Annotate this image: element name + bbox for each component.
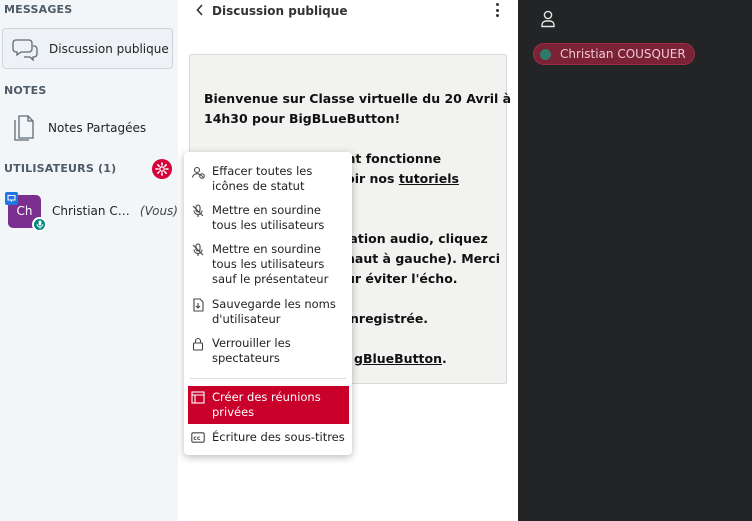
user-options-menu: Effacer toutes les icônes de statut Mett… bbox=[184, 152, 352, 455]
menu-item-label: Sauvegarde les noms d'utilisateur bbox=[212, 297, 336, 326]
user-list-item[interactable]: Ch Christian COUSQUER (Vous) bbox=[5, 191, 178, 232]
welcome-line: ent fonctionne bbox=[338, 151, 442, 166]
talking-dot-icon bbox=[540, 48, 551, 60]
welcome-line: Bienvenue sur Classe virtuelle du 20 Avr… bbox=[204, 91, 512, 106]
menu-item-mute-all-except-presenter[interactable]: Mettre en sourdine tous les utilisateurs… bbox=[188, 242, 348, 287]
mute-icon bbox=[188, 242, 208, 257]
talker-name: Christian COUSQUER bbox=[560, 47, 686, 61]
menu-item-save-usernames[interactable]: Sauvegarde les noms d'utilisateur bbox=[188, 297, 348, 327]
menu-item-clear-status[interactable]: Effacer toutes les icônes de statut bbox=[188, 164, 348, 194]
welcome-line: nregistrée. bbox=[350, 311, 429, 326]
user-name: Christian COUSQUER bbox=[52, 204, 136, 218]
menu-divider bbox=[190, 378, 346, 379]
chevron-left-icon bbox=[196, 3, 204, 19]
bigbluebutton-link[interactable]: gBlueButton bbox=[354, 351, 442, 366]
download-icon bbox=[188, 297, 208, 312]
clear-status-icon bbox=[188, 164, 208, 179]
menu-item-label: Effacer toutes les icônes de statut bbox=[212, 164, 313, 193]
welcome-line: haut à gauche). Merci bbox=[346, 251, 501, 266]
shared-notes-label: Notes Partagées bbox=[48, 121, 147, 135]
microphone-icon bbox=[32, 216, 47, 232]
mute-icon bbox=[188, 203, 208, 218]
chat-title: Discussion publique bbox=[212, 4, 348, 18]
users-section-title: UTILISATEURS (1) bbox=[4, 162, 117, 175]
public-chat-label: Discussion publique bbox=[49, 41, 169, 56]
user-options-gear-icon[interactable] bbox=[152, 159, 172, 179]
chat-bubbles-icon bbox=[9, 34, 41, 64]
menu-item-label: Mettre en sourdine tous les utilisateurs… bbox=[212, 242, 329, 286]
presenter-icon bbox=[5, 191, 18, 205]
welcome-line: cation audio, cliquez bbox=[342, 231, 488, 246]
notes-icon bbox=[8, 113, 40, 143]
menu-item-mute-all[interactable]: Mettre en sourdine tous les utilisateurs bbox=[188, 203, 348, 233]
welcome-line: gBlueButton. bbox=[354, 349, 447, 369]
rooms-icon bbox=[188, 390, 208, 405]
chat-options-icon[interactable] bbox=[493, 2, 501, 18]
user-you-label: (Vous) bbox=[139, 204, 178, 218]
welcome-text: . bbox=[442, 351, 447, 366]
avatar-initials: Ch bbox=[16, 204, 33, 218]
avatar: Ch bbox=[5, 191, 47, 232]
menu-item-label: Verrouiller les spectateurs bbox=[212, 336, 291, 365]
user-icon[interactable] bbox=[540, 10, 556, 28]
menu-item-label: Écriture des sous-titres bbox=[212, 430, 345, 444]
menu-item-label: Mettre en sourdine tous les utilisateurs bbox=[212, 203, 325, 232]
presentation-area bbox=[518, 0, 752, 521]
menu-item-write-captions[interactable]: cc Écriture des sous-titres bbox=[188, 430, 348, 445]
chat-back-button[interactable]: Discussion publique bbox=[196, 2, 347, 20]
public-chat-button[interactable]: Discussion publique bbox=[2, 28, 173, 69]
notes-section-title: NOTES bbox=[4, 84, 47, 97]
welcome-line: ur éviter l'écho. bbox=[346, 271, 458, 286]
menu-item-lock-viewers[interactable]: Verrouiller les spectateurs bbox=[188, 336, 348, 366]
menu-item-create-breakout-rooms[interactable]: Créer des réunions privées bbox=[188, 386, 349, 424]
welcome-line: voir nos tutoriels bbox=[338, 169, 459, 189]
welcome-line: 14h30 pour BigBLueButton! bbox=[204, 111, 401, 126]
shared-notes-button[interactable]: Notes Partagées bbox=[2, 108, 178, 148]
closed-caption-icon: cc bbox=[188, 430, 208, 445]
svg-text:cc: cc bbox=[193, 435, 201, 442]
user-list-panel: MESSAGES Discussion publique NOTES Notes… bbox=[0, 0, 178, 521]
talking-indicator[interactable]: Christian COUSQUER bbox=[533, 43, 695, 65]
messages-section-title: MESSAGES bbox=[4, 3, 73, 16]
lock-icon bbox=[188, 336, 208, 351]
menu-item-label: Créer des réunions privées bbox=[212, 390, 321, 419]
tutorials-link[interactable]: tutoriels bbox=[399, 171, 459, 186]
